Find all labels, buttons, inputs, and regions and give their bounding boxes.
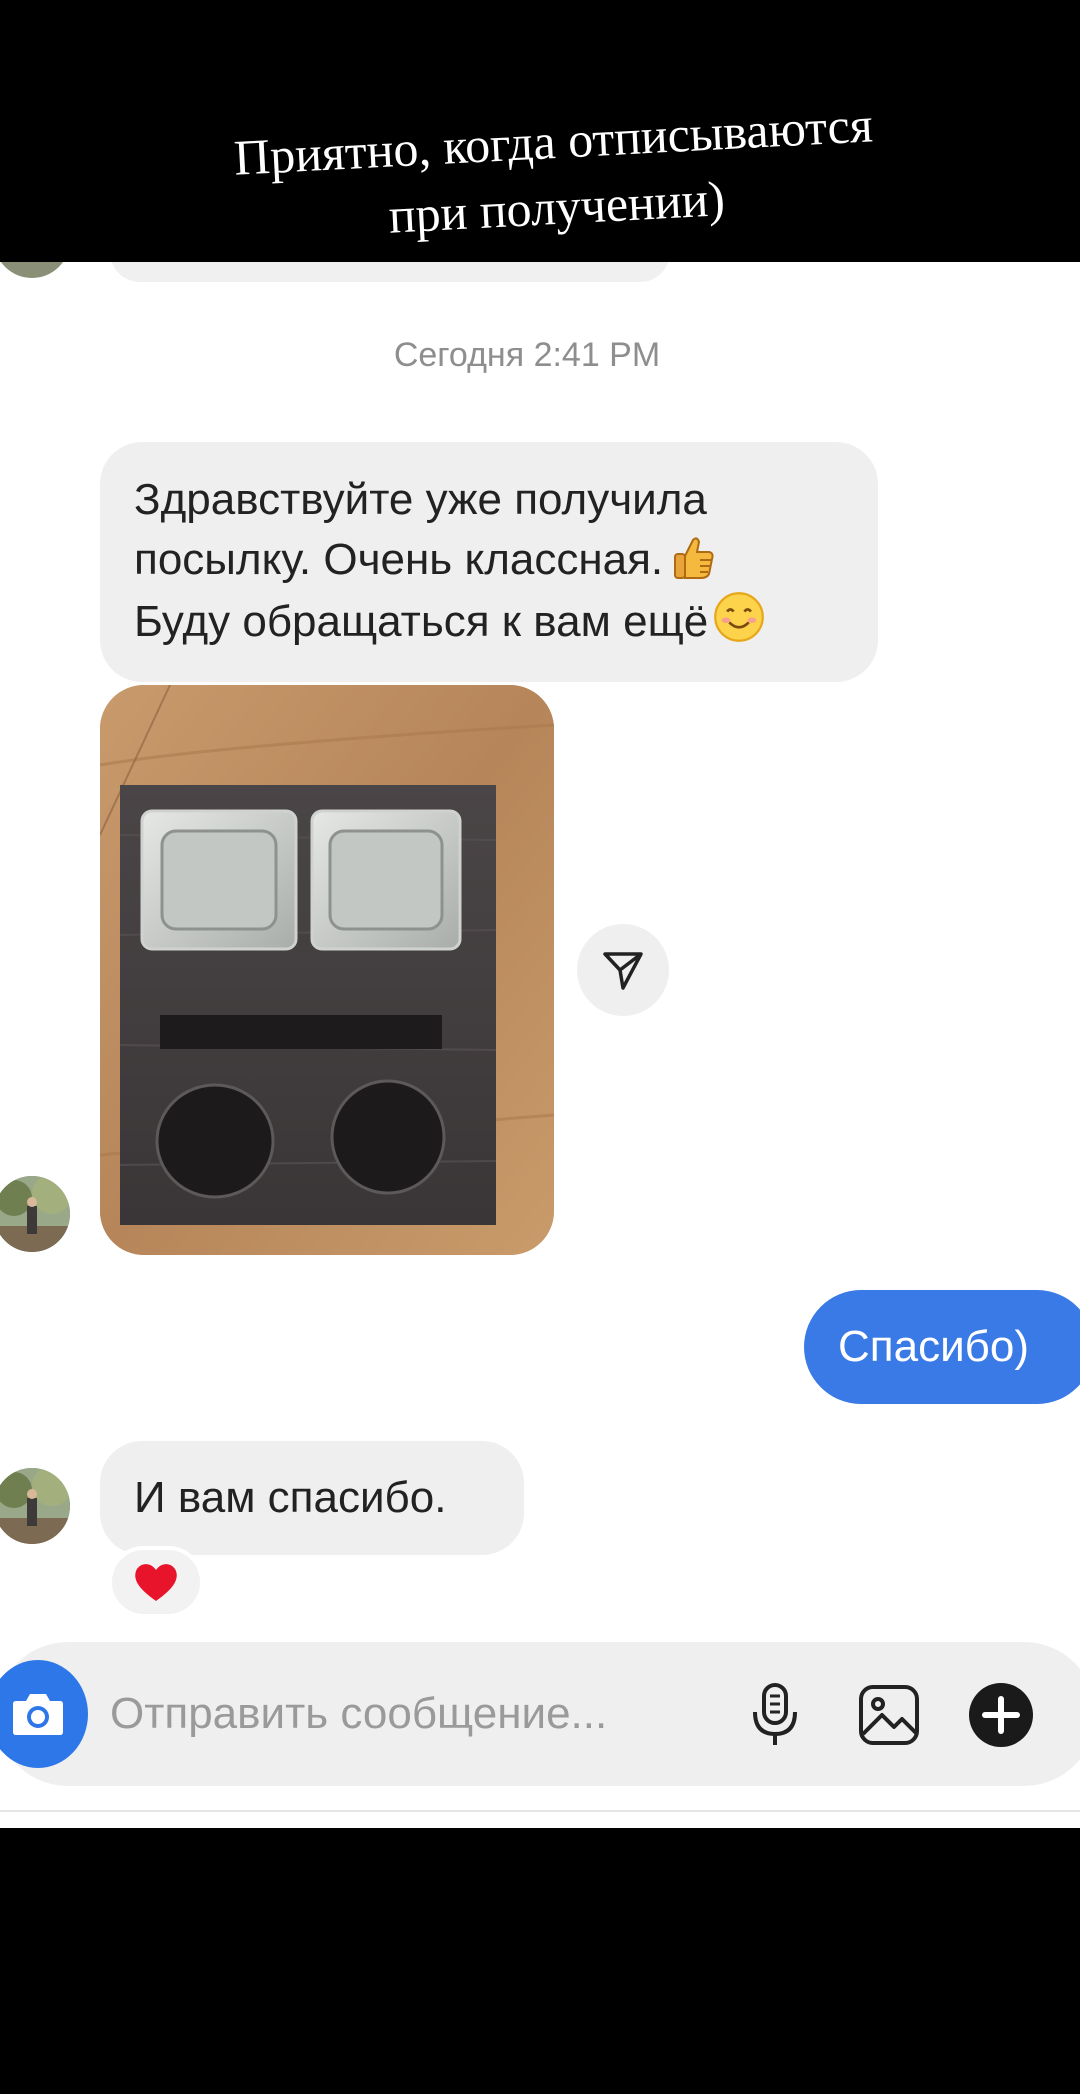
avatar[interactable] (0, 1468, 70, 1544)
product-photo[interactable] (100, 685, 554, 1255)
heart-icon (135, 1564, 177, 1601)
paper-plane-icon (603, 952, 643, 990)
gallery-button[interactable] (854, 1680, 924, 1750)
profile-photo (0, 1468, 70, 1544)
more-options-button[interactable] (966, 1680, 1036, 1750)
message-line: посылку. Очень классная. (134, 530, 844, 590)
image-icon (859, 1685, 919, 1745)
divider (0, 1810, 1080, 1812)
top-caption-banner: Приятно, когда отписываются при получени… (0, 0, 1080, 262)
share-button[interactable] (577, 924, 669, 1016)
wooden-organizer-image (100, 685, 554, 1255)
message-line: Буду обращаться к вам ещё (134, 590, 844, 652)
banner-caption: Приятно, когда отписываются при получени… (137, 86, 973, 261)
previous-message-fragment (110, 262, 670, 282)
profile-photo (0, 1176, 70, 1252)
message-timestamp: Сегодня 2:41 PM (393, 336, 661, 374)
chat-thread[interactable]: Сегодня 2:41 PM Здравствуйте уже получил… (0, 262, 1080, 1828)
voice-message-button[interactable] (740, 1680, 810, 1750)
message-input[interactable] (110, 1682, 710, 1746)
avatar[interactable] (0, 1176, 70, 1252)
plus-icon (969, 1683, 1033, 1747)
incoming-message-bubble[interactable]: И вам спасибо. (100, 1441, 524, 1555)
bottom-letterbox (0, 1828, 1080, 2094)
microphone-icon (753, 1683, 797, 1745)
camera-icon (13, 1694, 63, 1735)
incoming-message-bubble[interactable]: Здравствуйте уже получила посылку. Очень… (100, 442, 878, 682)
message-reaction[interactable] (108, 1546, 204, 1618)
outgoing-message-bubble[interactable]: Спасибо) (804, 1290, 1080, 1404)
thumbs-up-icon (674, 537, 714, 579)
previous-avatar-fragment (0, 262, 70, 278)
message-line: Здравствуйте уже получила (134, 475, 707, 524)
smiling-face-icon (714, 592, 765, 642)
